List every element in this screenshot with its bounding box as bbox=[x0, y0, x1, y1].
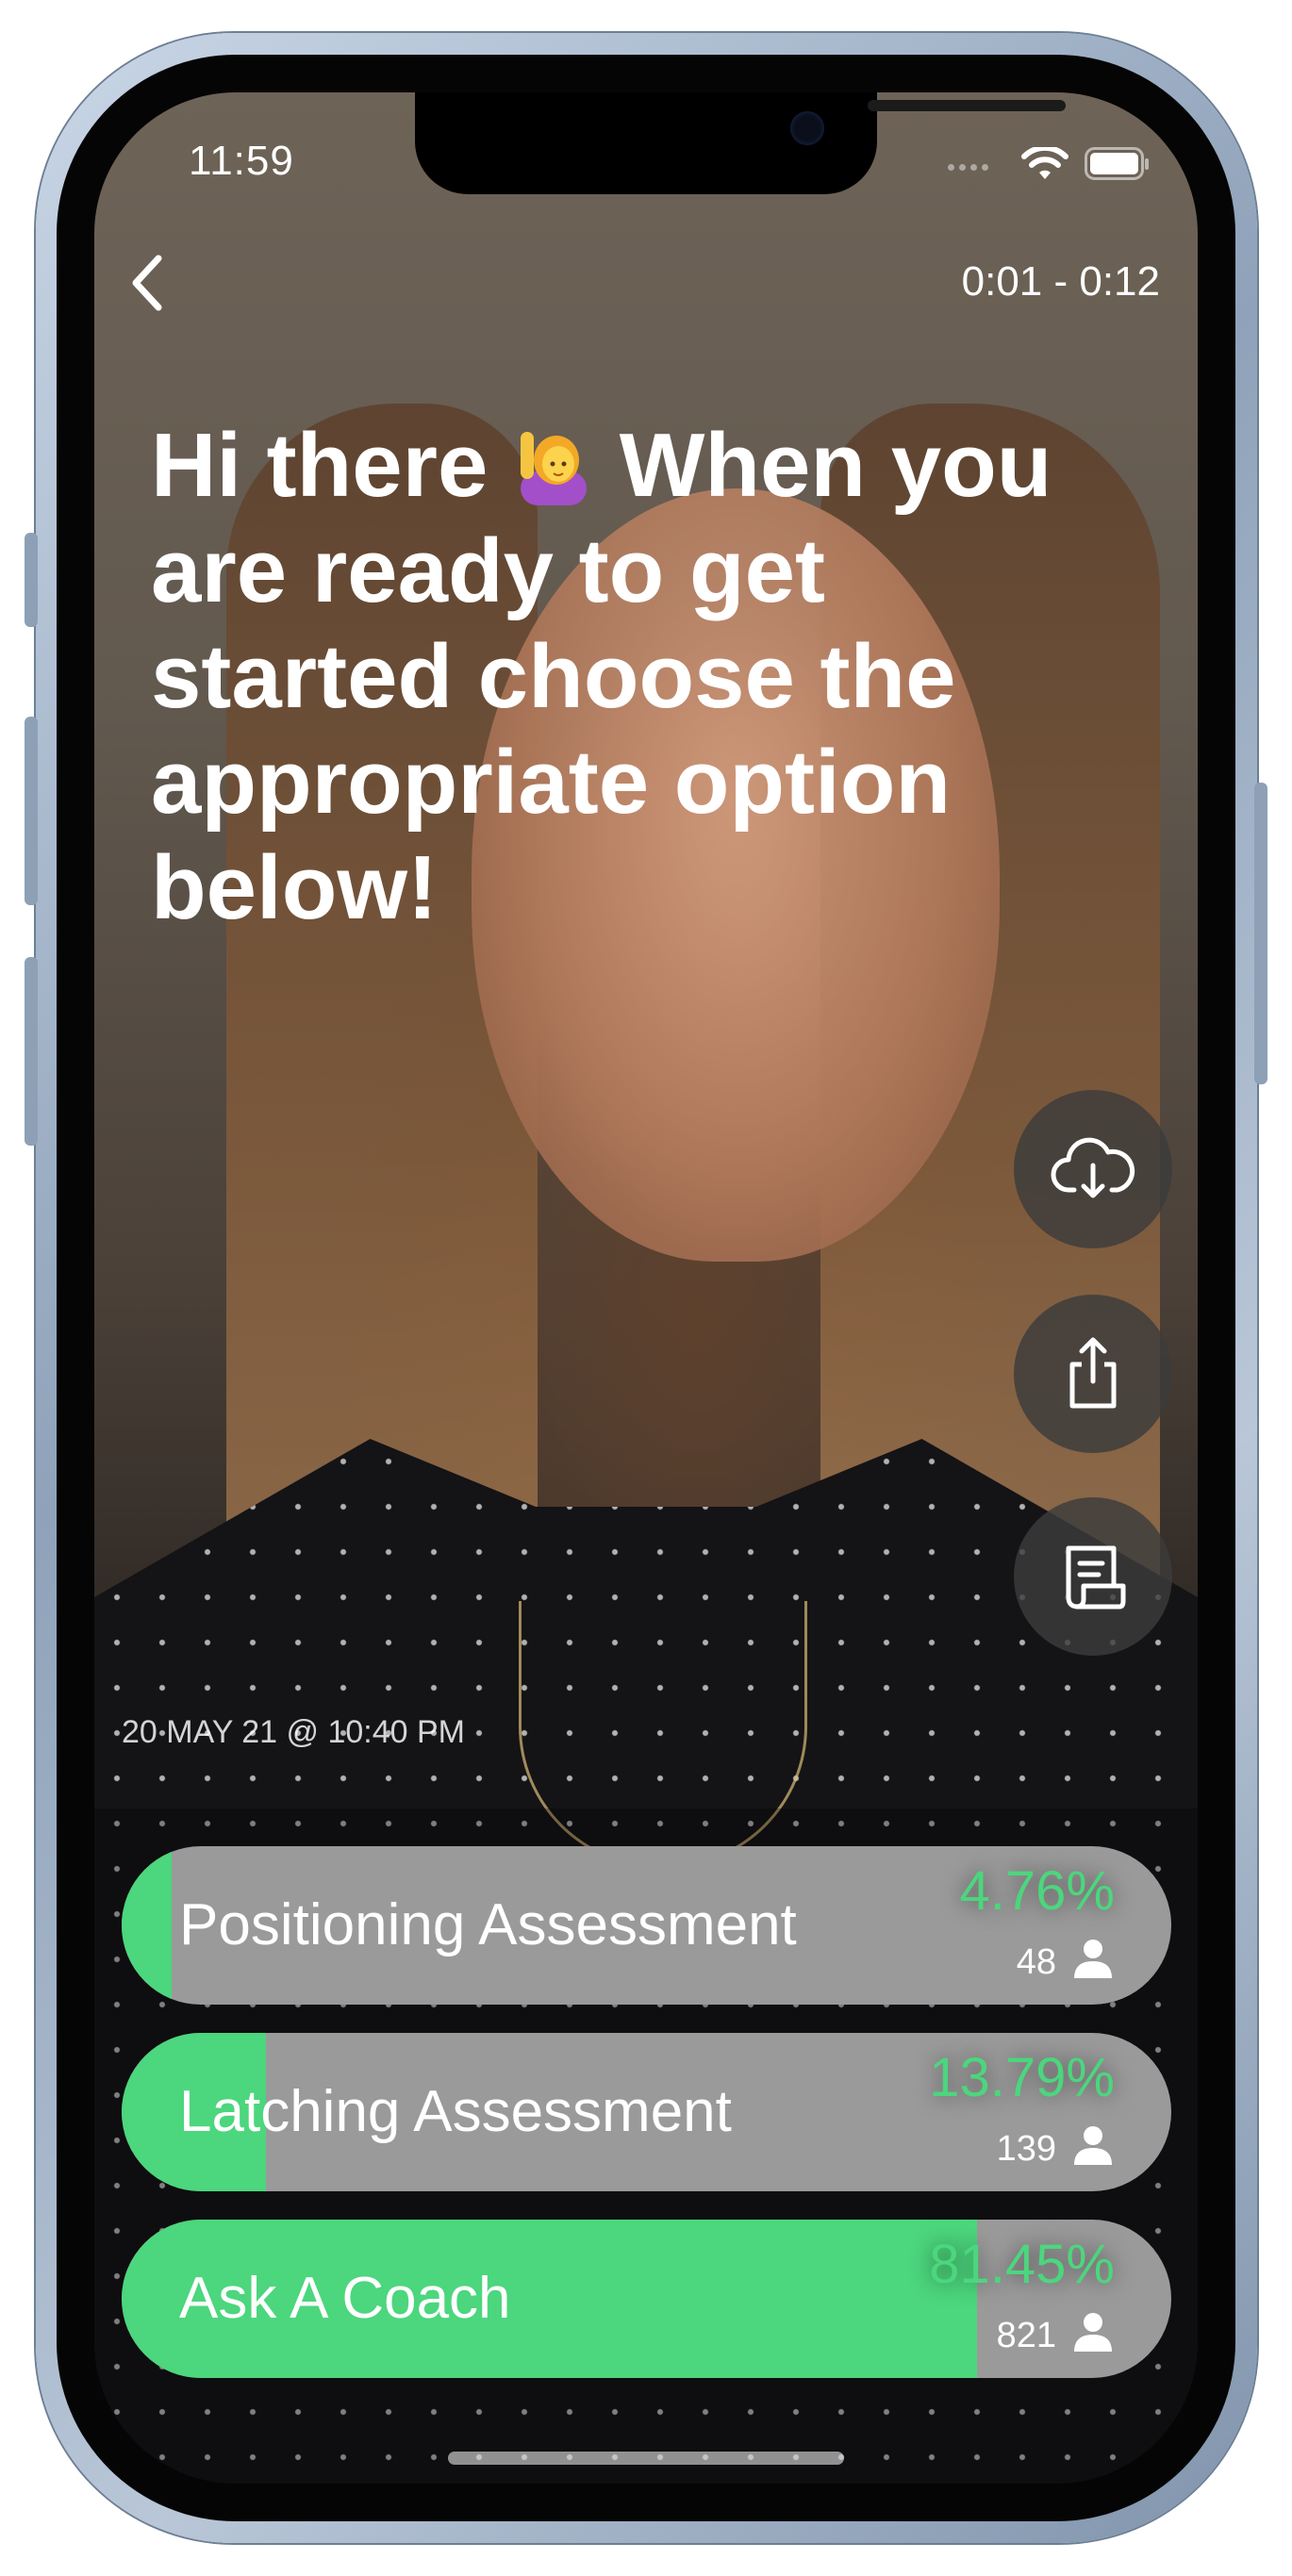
poll-option-label: Ask A Coach bbox=[179, 2266, 511, 2331]
video-timestamp: 20 MAY 21 @ 10:40 PM bbox=[122, 1714, 466, 1750]
chevron-left-icon bbox=[132, 255, 162, 311]
poll-vote-count: 821 bbox=[996, 2316, 1056, 2355]
poll-result-bar bbox=[122, 1846, 172, 2005]
poll-option-latching-assessment[interactable]: Latching Assessment 13.79% 139 bbox=[122, 2033, 1171, 2191]
status-indicators bbox=[948, 145, 1151, 183]
cloud-download-icon bbox=[1051, 1137, 1135, 1198]
silent-switch bbox=[25, 533, 38, 627]
video-caption: Hi there When you are ready to get start… bbox=[151, 413, 1151, 941]
share-icon bbox=[1069, 1337, 1117, 1409]
poll-percent: 13.79% bbox=[929, 2047, 1115, 2108]
cellular-signal-icon bbox=[948, 164, 995, 172]
person-raising-hand-emoji bbox=[513, 422, 594, 505]
poll-option-label: Latching Assessment bbox=[179, 2079, 732, 2144]
poll-percent: 81.45% bbox=[929, 2234, 1115, 2295]
person-icon bbox=[1074, 2126, 1112, 2165]
person-icon bbox=[1074, 1940, 1112, 1978]
volume-up-button bbox=[25, 717, 38, 905]
poll-vote-count: 139 bbox=[996, 2129, 1056, 2169]
transcript-icon bbox=[1066, 1545, 1126, 1610]
screen: 11:59 0:01 - 0:12 Hi there When you are … bbox=[94, 92, 1198, 2484]
poll-vote-count: 48 bbox=[1016, 1942, 1056, 1982]
earpiece-speaker bbox=[868, 100, 1066, 111]
poll-option-positioning-assessment[interactable]: Positioning Assessment 4.76% 48 bbox=[122, 1846, 1171, 2005]
volume-down-button bbox=[25, 957, 38, 1146]
video-timecode: 0:01 - 0:12 bbox=[961, 258, 1160, 305]
home-indicator[interactable] bbox=[448, 2452, 844, 2465]
transcript-button[interactable] bbox=[1014, 1497, 1172, 1656]
front-camera bbox=[790, 111, 824, 145]
poll-option-ask-a-coach[interactable]: Ask A Coach 81.45% 821 bbox=[122, 2220, 1171, 2378]
back-button[interactable] bbox=[113, 245, 189, 321]
person-icon bbox=[1074, 2313, 1112, 2352]
notch bbox=[415, 92, 1066, 194]
poll-option-label: Positioning Assessment bbox=[179, 1892, 797, 1957]
caption-text-start: Hi there bbox=[151, 415, 489, 516]
download-button[interactable] bbox=[1014, 1090, 1172, 1248]
share-button[interactable] bbox=[1014, 1295, 1172, 1453]
power-button bbox=[1254, 783, 1267, 1084]
poll-percent: 4.76% bbox=[959, 1860, 1115, 1922]
wifi-icon bbox=[1021, 147, 1068, 179]
status-time: 11:59 bbox=[189, 138, 294, 184]
battery-icon bbox=[1085, 147, 1149, 180]
